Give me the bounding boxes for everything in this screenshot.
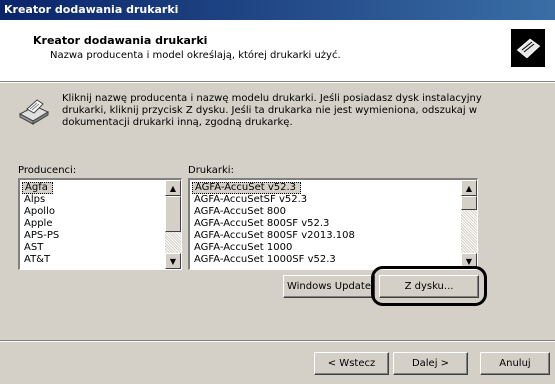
printers-listbox[interactable]: AGFA-AccuSet v52.3 AGFA-AccuSetSF v52.3 …: [188, 178, 478, 270]
windows-update-button[interactable]: Windows Update: [283, 275, 375, 298]
list-item[interactable]: Apollo: [22, 206, 164, 218]
list-item[interactable]: AGFA-AccuSet v52.3: [192, 182, 460, 194]
manufacturers-listbox[interactable]: Agfa Alps Apollo Apple APS-PS AST AT&T ▲…: [18, 178, 182, 270]
next-button[interactable]: Dalej >: [393, 352, 468, 375]
header-separator: [0, 82, 555, 83]
header-title: Kreator dodawania drukarki: [33, 34, 208, 47]
manufacturer-item-selected[interactable]: Agfa: [22, 182, 53, 194]
list-item[interactable]: Agfa: [22, 182, 164, 194]
list-item[interactable]: AGFA-AccuSet 1000: [192, 242, 460, 254]
back-button[interactable]: < Wstecz: [314, 352, 389, 375]
printers-scrollbar[interactable]: ▲ ▼: [461, 180, 477, 269]
printers-items: AGFA-AccuSet v52.3 AGFA-AccuSetSF v52.3 …: [192, 182, 460, 266]
highlight-callout: [371, 266, 487, 306]
cancel-button[interactable]: Anuluj: [480, 352, 550, 375]
scroll-thumb[interactable]: [461, 196, 477, 210]
list-item[interactable]: AGFA-AccuSet 800: [192, 206, 460, 218]
list-item[interactable]: APS-PS: [22, 230, 164, 242]
instructions-text: Kliknij nazwę producenta i nazwę modelu …: [62, 93, 482, 128]
printer-item-selected[interactable]: AGFA-AccuSet v52.3: [192, 182, 302, 194]
printer-wizard-icon: [511, 29, 545, 67]
printer-icon: [18, 99, 50, 125]
scroll-thumb[interactable]: [165, 196, 181, 232]
list-item[interactable]: AST: [22, 242, 164, 254]
manufacturers-scrollbar[interactable]: ▲ ▼: [165, 180, 181, 269]
list-item[interactable]: AGFA-AccuSetSF v52.3: [192, 194, 460, 206]
list-item[interactable]: AT&T: [22, 254, 164, 266]
scroll-up-button[interactable]: ▲: [461, 180, 477, 196]
footer-separator-highlight: [0, 341, 555, 342]
list-item[interactable]: AGFA-AccuSet 800SF v52.3: [192, 218, 460, 230]
printers-label-text: Drukarki:: [188, 165, 234, 176]
title-bar[interactable]: Kreator dodawania drukarki: [0, 0, 555, 20]
list-item[interactable]: AGFA-AccuSet 800SF v2013.108: [192, 230, 460, 242]
add-printer-wizard-window: Kreator dodawania drukarki Kreator dodaw…: [0, 0, 555, 384]
list-item[interactable]: AGFA-AccuSet 1000SF v52.3: [192, 254, 460, 266]
manufacturers-items: Agfa Alps Apollo Apple APS-PS AST AT&T: [22, 182, 164, 266]
scroll-down-button[interactable]: ▼: [165, 253, 181, 269]
manufacturers-label: Producenci:: [18, 165, 76, 176]
list-item[interactable]: Apple: [22, 218, 164, 230]
list-item[interactable]: Alps: [22, 194, 164, 206]
printers-label: Drukarki:: [188, 165, 234, 176]
scroll-up-button[interactable]: ▲: [165, 180, 181, 196]
header-subtitle: Nazwa producenta i model określają, któr…: [50, 50, 341, 61]
manufacturers-label-text: Producenci:: [18, 165, 77, 176]
wizard-header: Kreator dodawania drukarki Nazwa produce…: [0, 20, 555, 82]
